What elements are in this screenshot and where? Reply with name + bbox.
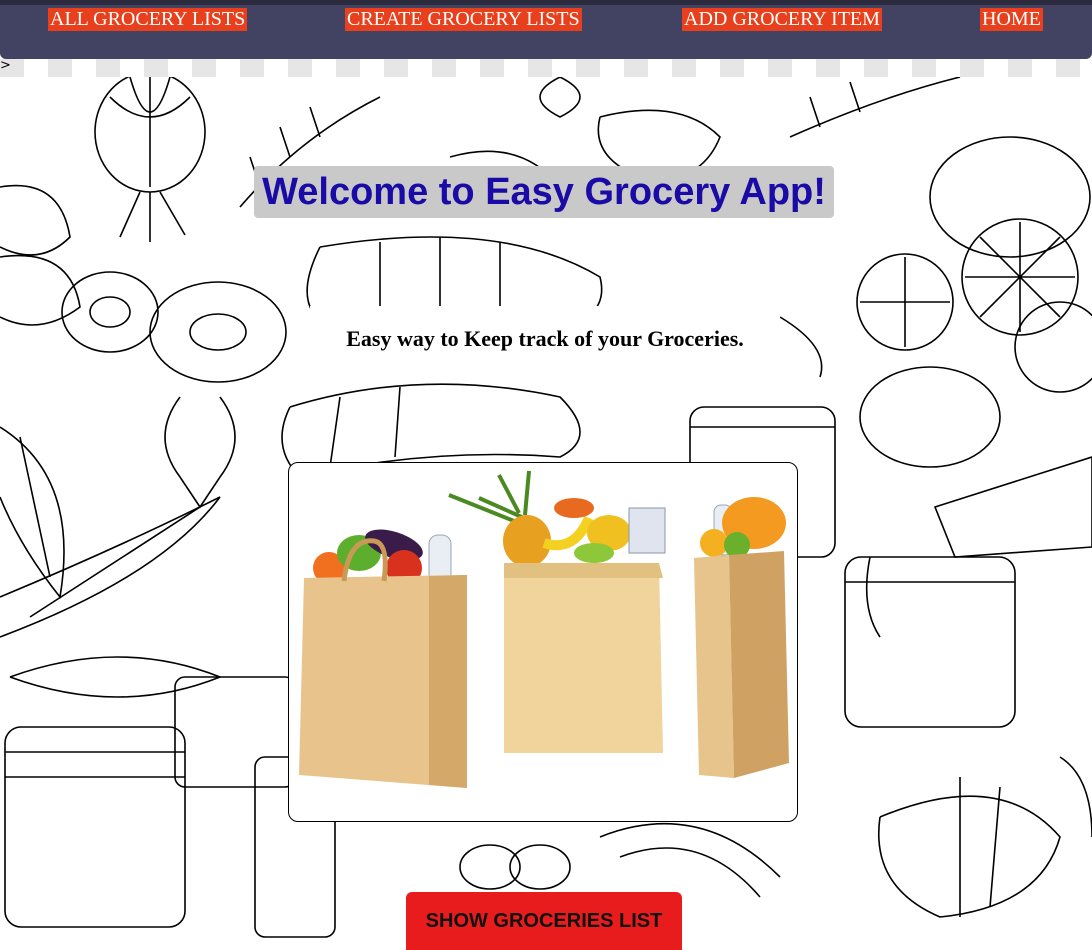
divider-strip (0, 59, 1092, 77)
grocery-bag-left-icon (299, 529, 467, 788)
caret-icon: > (0, 58, 11, 73)
nav-all-grocery-lists[interactable]: ALL GROCERY LISTS (48, 8, 248, 31)
grocery-bag-middle-icon (448, 470, 666, 753)
page-title: Welcome to Easy Grocery App! (254, 166, 834, 218)
grocery-bags-image (288, 462, 798, 822)
tagline-text: Easy way to Keep track of your Groceries… (346, 326, 744, 351)
nav-create-grocery-lists[interactable]: CREATE GROCERY LISTS (345, 8, 582, 31)
show-groceries-list-button[interactable]: SHOW GROCERIES LIST (406, 892, 682, 950)
nav-home[interactable]: HOME (980, 8, 1043, 31)
grocery-bag-right-icon (694, 497, 789, 778)
nav-add-grocery-item[interactable]: ADD GROCERY ITEM (682, 8, 882, 31)
top-nav-bar: ALL GROCERY LISTS CREATE GROCERY LISTS A… (0, 0, 1092, 59)
